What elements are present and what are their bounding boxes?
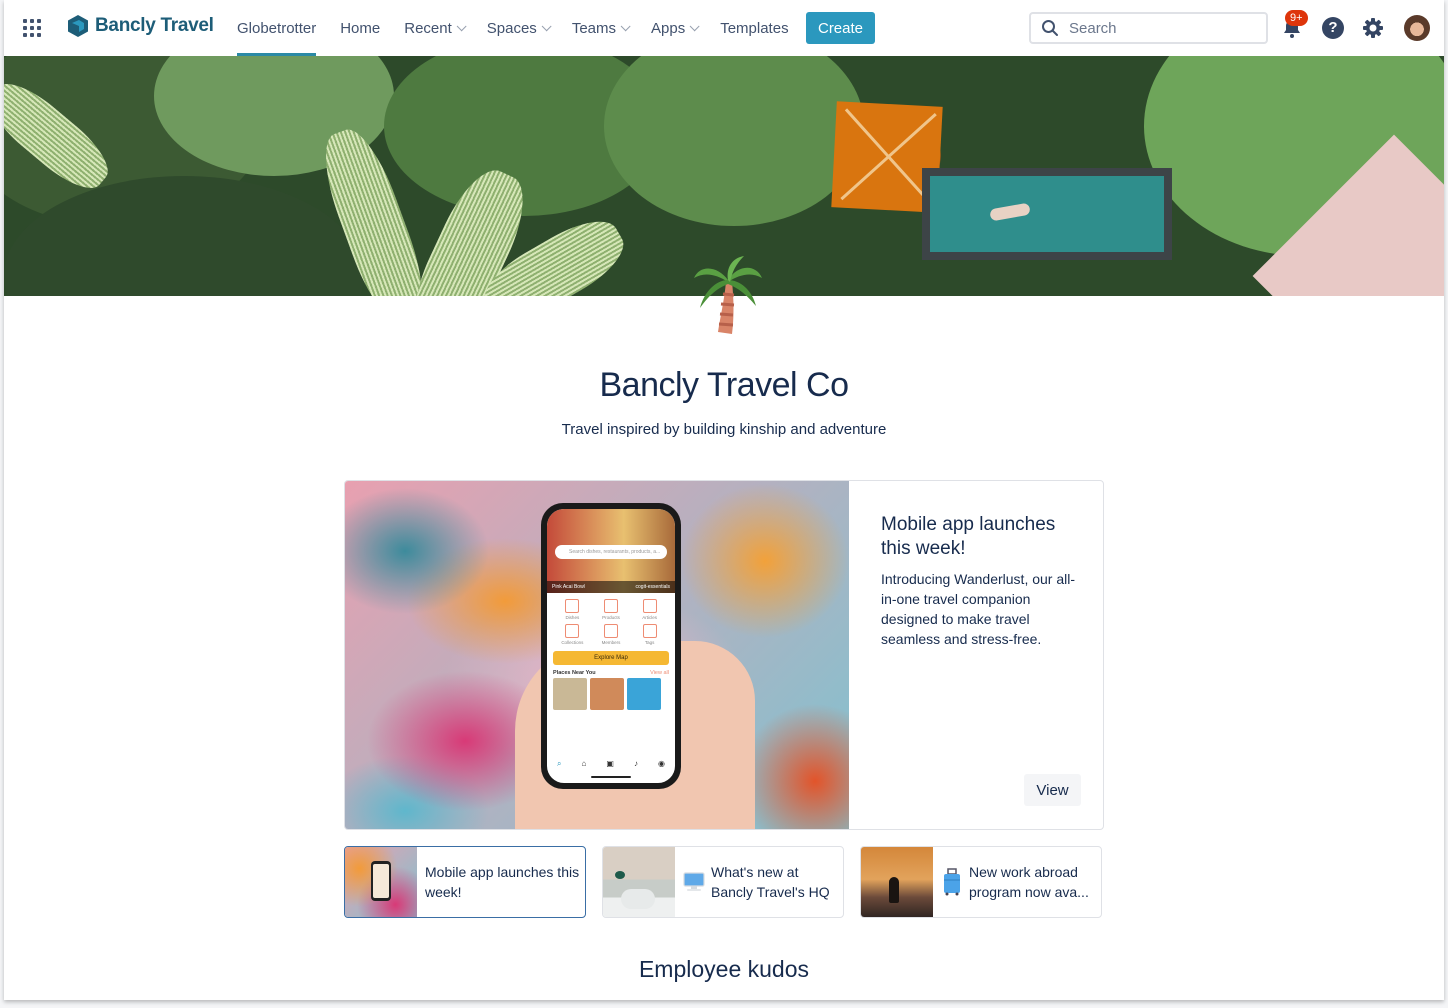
phone-home-indicator [591,776,631,778]
palm-tree-icon [694,256,762,334]
phone-strip: Pink Acai Bowl cogit-essentials [547,581,675,593]
featured-news-description: Introducing Wanderlust, our all-in-one t… [881,571,1076,647]
phone-header-image: Search dishes, restaurants, products, a.… [547,509,675,593]
brand-logo[interactable]: Bancly Travel [67,14,214,38]
nav-item-templates[interactable]: Templates [708,0,800,56]
search-icon [1042,20,1058,36]
news-card-thumbnail [345,847,417,917]
computer-icon [683,872,705,891]
page-frame: Bancly Travel Globetrotter Home Recent S… [4,0,1444,1000]
news-card-thumbnail [603,847,675,917]
phone-category: Collections [553,624,592,645]
brand-name: Bancly Travel [95,15,214,36]
phone-strip-right: cogit-essentials [635,584,670,590]
phone-categories: Dishes Products Articles Collections Mem… [547,593,675,645]
view-button[interactable]: View [1024,774,1081,806]
luggage-icon [944,868,960,896]
news-card-title: What's new at Bancly Travel's HQ [711,864,830,900]
phone-thumbnails [547,678,675,710]
banner-foliage [604,56,864,226]
nav-item-label: Spaces [486,19,537,37]
nav-item-label: Teams [571,19,616,37]
nav-item-label: Home [340,19,381,37]
phone-category: Tags [630,624,669,645]
space-subtitle: Travel inspired by building kinship and … [561,421,887,438]
banner-pool [922,168,1172,260]
phone-mockup: Search dishes, restaurants, products, a.… [541,503,681,789]
nav-item-label: Templates [720,19,789,37]
avatar[interactable] [1404,15,1430,41]
app-switcher-icon[interactable] [23,19,41,37]
top-navigation: Bancly Travel Globetrotter Home Recent S… [4,0,1444,56]
nav-item-teams[interactable]: Teams [560,0,639,56]
chevron-down-icon [689,20,700,31]
news-card[interactable]: Mobile app launches this week! [344,846,586,918]
featured-news-card: Search dishes, restaurants, products, a.… [344,480,1104,830]
nav-item-home[interactable]: Home [328,0,392,56]
phone-search: Search dishes, restaurants, products, a.… [555,545,667,559]
phone-category: Members [592,624,631,645]
phone-screen: Search dishes, restaurants, products, a.… [547,509,675,783]
phone-category: Products [592,599,631,620]
nav-item-label: Globetrotter [237,19,317,37]
phone-strip-left: Pink Acai Bowl [552,584,585,590]
chevron-down-icon [620,20,631,31]
nav-menu: Globetrotter Home Recent Spaces Teams Ap… [225,0,801,56]
news-card-thumbnail [861,847,933,917]
nav-item-apps[interactable]: Apps [639,0,708,56]
news-card-title: New work abroad program now ava... [969,864,1089,900]
employee-kudos-heading: Employee kudos [638,956,810,982]
phone-tab-bar: ⌕ ⌂ ▣ ♪ ◉ [557,759,665,768]
logo-icon [68,15,88,37]
news-card[interactable]: What's new at Bancly Travel's HQ [602,846,844,918]
featured-news-title[interactable]: Mobile app launches this week! [881,513,1081,561]
search-box[interactable] [1029,12,1268,44]
news-card[interactable]: New work abroad program now ava... [860,846,1102,918]
gear-icon[interactable] [1361,16,1385,40]
nav-item-spaces[interactable]: Spaces [475,0,560,56]
space-title: Bancly Travel Co [599,366,850,404]
news-card-title: Mobile app launches this week! [425,864,580,900]
phone-near-heading: Places Near You View all [553,670,669,676]
search-input[interactable] [1069,19,1249,37]
featured-news-image: Search dishes, restaurants, products, a.… [345,481,849,829]
featured-news-body: Mobile app launches this week! Introduci… [881,513,1081,649]
chevron-down-icon [456,20,467,31]
phone-category: Articles [630,599,669,620]
phone-category: Dishes [553,599,592,620]
help-icon[interactable]: ? [1322,17,1344,39]
chevron-down-icon [541,20,552,31]
nav-item-label: Apps [651,19,686,37]
create-button[interactable]: Create [806,12,875,44]
nav-item-label: Recent [404,19,452,37]
phone-explore-button: Explore Map [553,651,669,665]
nav-item-globetrotter[interactable]: Globetrotter [225,0,328,56]
notification-badge: 9+ [1285,10,1308,26]
news-carousel: Mobile app launches this week! What's ne… [344,846,1102,918]
nav-item-recent[interactable]: Recent [392,0,475,56]
